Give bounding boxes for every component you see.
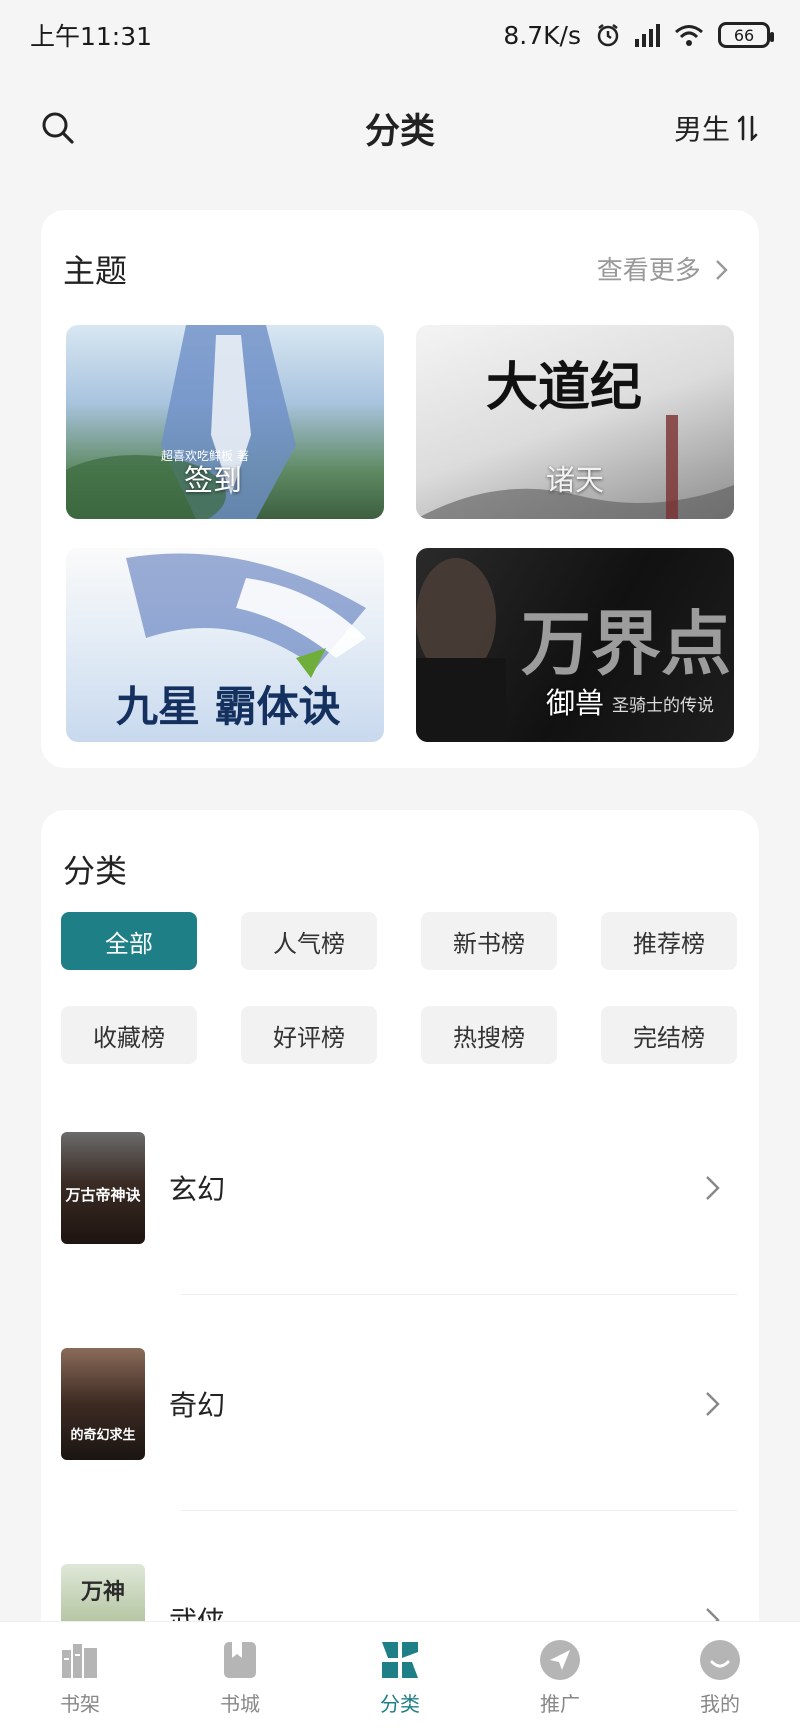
tile-caption: 大道纪 [486, 357, 643, 418]
theme-heading: 主题 [63, 252, 128, 290]
see-more-link[interactable]: 查看更多 [597, 250, 729, 287]
nav-profile[interactable]: 我的 [660, 1638, 780, 1717]
bottom-nav-bar: 书架 书城 分类 推广 我的 [0, 1621, 800, 1733]
page-title: 分类 [364, 111, 435, 152]
search-icon[interactable] [40, 110, 76, 146]
genre-name: 玄幻 [169, 1173, 226, 1206]
see-more-label: 查看更多 [596, 256, 701, 286]
top-header: 分类 男生 [0, 80, 800, 176]
status-indicators: 8.7K/s 66 [503, 20, 774, 50]
chip-trending[interactable]: 热搜榜 [421, 1006, 557, 1064]
chevron-right-icon [716, 260, 728, 280]
network-speed: 8.7K/s [503, 20, 581, 50]
wifi-icon [675, 25, 703, 46]
chevron-right-icon [706, 1176, 720, 1200]
battery-icon: 66 [718, 22, 774, 48]
bookshelf-icon [62, 1644, 97, 1678]
gender-switch-button[interactable]: 男生 [674, 108, 758, 148]
status-bar: 上午11:31 8.7K/s 66 [0, 0, 800, 70]
status-time: 上午11:31 [30, 22, 153, 51]
nav-label: 书架 [60, 1692, 100, 1716]
theme-tile-yushou[interactable]: 万界点 御兽 圣骑士的传说 [416, 548, 734, 742]
nav-category[interactable]: 分类 [340, 1638, 460, 1717]
tile-caption: 九星 霸体诀 [116, 682, 341, 731]
tile-label: 御兽 [546, 686, 605, 720]
alarm-icon [597, 24, 619, 47]
tile-caption: 圣骑士的传说 [612, 696, 714, 716]
category-heading: 分类 [63, 852, 128, 890]
nav-label: 书城 [220, 1692, 260, 1716]
nav-bookstore[interactable]: 书城 [180, 1638, 300, 1717]
chip-popular[interactable]: 人气榜 [241, 912, 377, 970]
chip-all[interactable]: 全部 [61, 912, 197, 970]
chip-recommended[interactable]: 推荐榜 [601, 912, 737, 970]
bookstore-icon [224, 1642, 256, 1678]
nav-label: 分类 [380, 1692, 420, 1716]
theme-section: 主题 查看更多 超喜欢吃鲜板 著 签到 大道纪 诸天 九星 霸体诀 万界点 御兽… [41, 210, 759, 768]
theme-tile-signin[interactable]: 超喜欢吃鲜板 著 签到 [66, 325, 384, 519]
genre-row-xuanhuan[interactable]: 万古帝神诀 玄幻 [61, 1132, 741, 1244]
cover-title: 万古帝神诀 [65, 1186, 141, 1204]
chip-favorites[interactable]: 收藏榜 [61, 1006, 197, 1064]
nav-label: 推广 [540, 1692, 580, 1716]
cover-title: 万神 [80, 1580, 125, 1605]
category-section: 分类 全部 人气榜 新书榜 推荐榜 收藏榜 好评榜 热搜榜 完结榜 万古帝神诀 … [41, 810, 759, 1710]
genre-row-qihuan[interactable]: 的奇幻求生 奇幻 [61, 1348, 741, 1460]
theme-tile-zhutian[interactable]: 大道纪 诸天 [416, 325, 734, 519]
cell-signal-icon [635, 23, 660, 47]
chip-new-books[interactable]: 新书榜 [421, 912, 557, 970]
genre-cover: 的奇幻求生 [61, 1348, 145, 1460]
profile-icon [700, 1640, 740, 1680]
nav-bookshelf[interactable]: 书架 [20, 1638, 140, 1717]
nav-label: 我的 [700, 1692, 740, 1716]
paper-plane-icon [540, 1640, 580, 1680]
ranking-chip-group: 全部 人气榜 新书榜 推荐榜 收藏榜 好评榜 热搜榜 完结榜 [61, 912, 741, 1064]
chip-top-rated[interactable]: 好评榜 [241, 1006, 377, 1064]
tile-label: 签到 [184, 463, 243, 497]
tile-cover-title: 万界点 [521, 602, 731, 685]
category-page: 上午11:31 8.7K/s 66 分类 男生 主题 查看更多 超喜欢吃鲜板 著… [0, 0, 800, 1733]
nav-promotion[interactable]: 推广 [500, 1638, 620, 1717]
chevron-right-icon [706, 1392, 720, 1416]
theme-tile-jiuxing[interactable]: 九星 霸体诀 [66, 548, 384, 742]
gender-label: 男生 [673, 113, 730, 146]
cover-title: 的奇幻求生 [70, 1428, 136, 1443]
list-divider [181, 1510, 737, 1511]
list-divider [181, 1294, 737, 1295]
swap-sort-icon [738, 115, 758, 141]
tile-label: 诸天 [546, 463, 605, 497]
genre-name: 奇幻 [169, 1389, 226, 1422]
category-grid-icon [382, 1642, 418, 1678]
genre-cover: 万古帝神诀 [61, 1132, 145, 1244]
chip-completed[interactable]: 完结榜 [601, 1006, 737, 1064]
